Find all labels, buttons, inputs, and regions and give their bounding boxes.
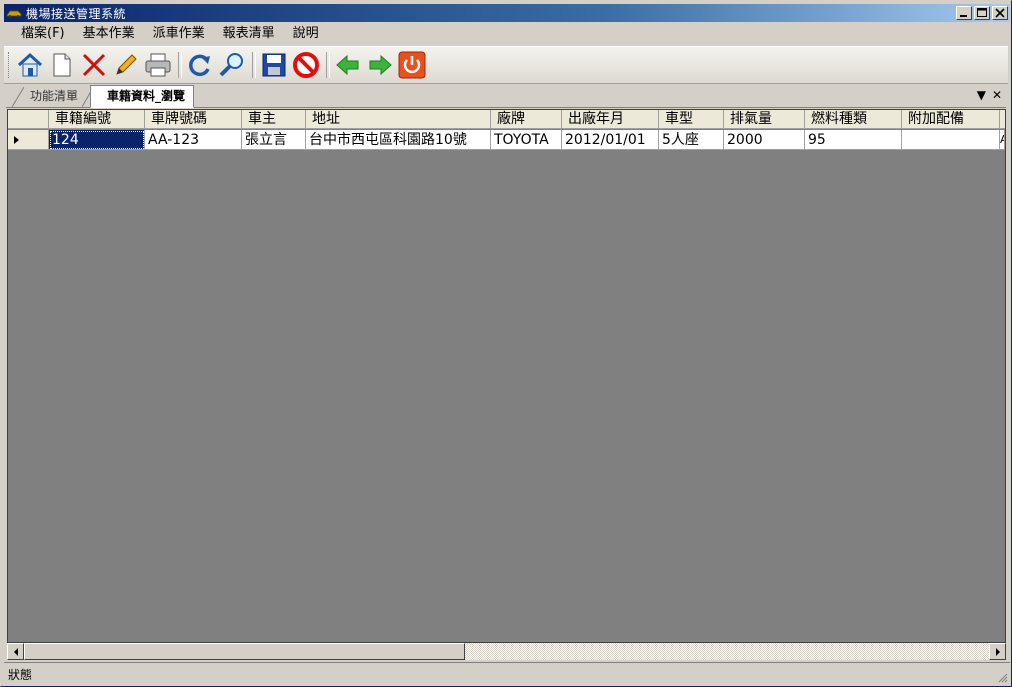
table-cell[interactable]: 124 <box>49 130 145 150</box>
next-button[interactable] <box>365 50 395 80</box>
status-text: 狀態 <box>8 667 33 682</box>
toolbar-separator <box>252 52 256 78</box>
arrow-left-icon <box>336 54 359 76</box>
row-header-corner[interactable] <box>8 110 49 129</box>
table-cell[interactable]: AA-123 <box>145 130 242 150</box>
save-button[interactable] <box>259 50 289 80</box>
scroll-left-button[interactable] <box>7 643 24 660</box>
menu-basic-operations[interactable]: 基本作業 <box>74 24 144 44</box>
previous-button[interactable] <box>333 50 363 80</box>
window-title: 機場接送管理系統 <box>26 6 127 21</box>
close-button[interactable] <box>992 6 1008 20</box>
grid-header-row: 車籍編號 車牌號碼 車主 地址 廠牌 出廠年月 車型 排氣量 燃料種類 附加配備 <box>8 110 1005 130</box>
edit-button[interactable] <box>111 50 141 80</box>
menu-dispatch-operations[interactable]: 派車作業 <box>144 24 214 44</box>
app-icon <box>6 10 22 18</box>
column-header[interactable]: 地址 <box>306 110 491 129</box>
cancel-icon <box>293 52 319 78</box>
new-button[interactable] <box>47 50 77 80</box>
new-document-icon <box>53 53 71 77</box>
current-row-indicator-icon <box>14 136 19 144</box>
home-icon <box>17 52 43 77</box>
scroll-right-button[interactable] <box>989 643 1006 660</box>
minimize-icon <box>960 15 967 17</box>
minimize-button[interactable] <box>956 6 972 20</box>
menu-bar: 檔案(F) 基本作業 派車作業 報表清單 說明 <box>4 23 1010 45</box>
status-bar: 狀態 <box>4 662 1010 685</box>
title-bar[interactable]: 機場接送管理系統 <box>4 4 1010 22</box>
menu-report-list[interactable]: 報表清單 <box>214 24 284 44</box>
resize-grip-icon[interactable] <box>996 671 1008 683</box>
cancel-button[interactable] <box>291 50 321 80</box>
scroll-thumb[interactable] <box>24 643 465 660</box>
column-header[interactable]: 車牌號碼 <box>145 110 242 129</box>
pencil-icon <box>116 54 137 75</box>
tab-vehicle-data-browse[interactable]: 車籍資料_瀏覽 <box>90 85 195 108</box>
exit-button[interactable] <box>397 50 427 80</box>
toolbar-separator <box>178 52 182 78</box>
table-cell[interactable]: 2012/01/01 <box>562 130 659 150</box>
toolbar-separator <box>326 52 330 78</box>
app-window: 機場接送管理系統 檔案(F) 基本作業 派車作業 報表清單 說明 功能清單 車籍… <box>0 0 1012 687</box>
search-button[interactable] <box>217 50 247 80</box>
refresh-button[interactable] <box>185 50 215 80</box>
table-cell-overflow[interactable]: A <box>1000 130 1005 150</box>
table-cell[interactable] <box>902 130 1000 150</box>
printer-icon <box>145 53 171 77</box>
document-tabstrip: 功能清單 車籍資料_瀏覽 ▼ ✕ <box>6 85 1006 108</box>
maximize-button[interactable] <box>974 6 990 20</box>
power-icon <box>398 51 426 79</box>
horizontal-scrollbar[interactable] <box>7 643 1006 660</box>
search-icon <box>219 53 243 77</box>
tab-list-dropdown-icon[interactable]: ▼ <box>977 88 986 102</box>
toolbar <box>4 46 1008 84</box>
table-cell[interactable]: TOYOTA <box>491 130 562 150</box>
maximize-icon <box>977 8 987 17</box>
home-button[interactable] <box>15 50 45 80</box>
delete-button[interactable] <box>79 50 109 80</box>
row-header[interactable] <box>8 130 49 150</box>
refresh-icon <box>189 54 210 77</box>
toolbar-grip[interactable] <box>8 52 12 78</box>
menu-file[interactable]: 檔案(F) <box>12 24 74 44</box>
column-header[interactable]: 車籍編號 <box>49 110 145 129</box>
column-header[interactable]: 廠牌 <box>491 110 562 129</box>
close-icon <box>995 8 1005 18</box>
table-cell[interactable]: 張立言 <box>242 130 306 150</box>
scroll-right-icon <box>995 647 1000 656</box>
vehicle-data-grid[interactable]: 車籍編號 車牌號碼 車主 地址 廠牌 出廠年月 車型 排氣量 燃料種類 附加配備… <box>7 109 1006 643</box>
print-button[interactable] <box>143 50 173 80</box>
column-header[interactable]: 車型 <box>659 110 724 129</box>
column-header[interactable]: 燃料種類 <box>805 110 902 129</box>
column-header[interactable]: 附加配備 <box>902 110 1000 129</box>
delete-x-icon <box>82 53 106 77</box>
tab-close-icon[interactable]: ✕ <box>992 88 1002 102</box>
arrow-right-icon <box>369 54 392 76</box>
scroll-left-icon <box>13 647 18 656</box>
table-cell[interactable]: 5人座 <box>659 130 724 150</box>
table-cell[interactable]: 95 <box>805 130 902 150</box>
table-cell[interactable]: 2000 <box>724 130 805 150</box>
save-icon <box>262 53 286 77</box>
column-header[interactable]: 出廠年月 <box>562 110 659 129</box>
table-row[interactable]: 124 AA-123 張立言 台中市西屯區科園路10號 TOYOTA 2012/… <box>8 130 1005 150</box>
column-header[interactable]: 排氣量 <box>724 110 805 129</box>
tab-function-list[interactable]: 功能清單 <box>14 86 86 106</box>
menu-help[interactable]: 說明 <box>284 24 328 44</box>
column-header[interactable]: 車主 <box>242 110 306 129</box>
table-cell[interactable]: 台中市西屯區科園路10號 <box>306 130 491 150</box>
column-header-overflow <box>1000 110 1005 129</box>
